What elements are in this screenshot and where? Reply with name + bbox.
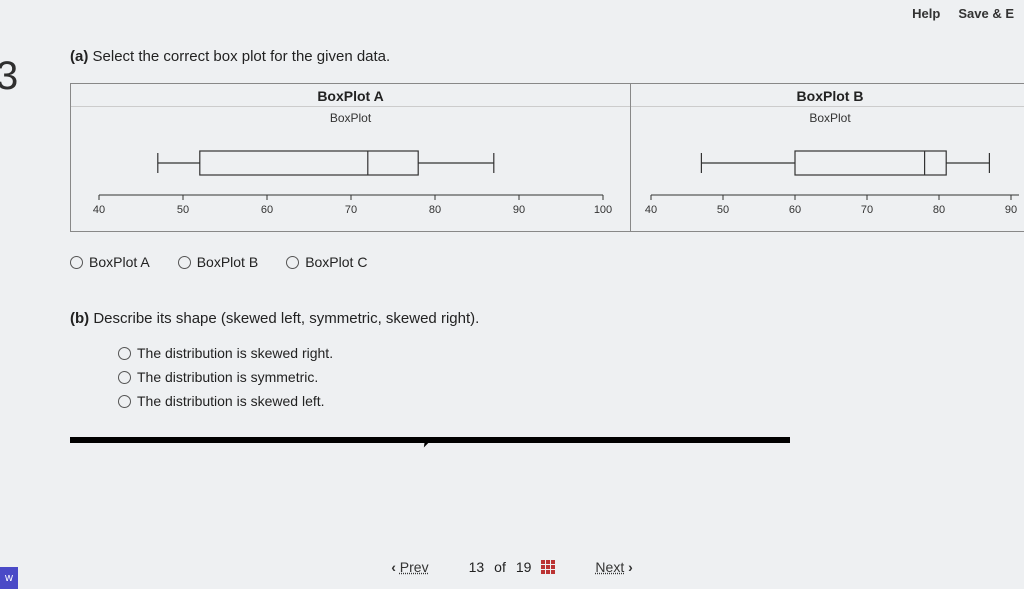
- option-label: BoxPlot B: [197, 254, 258, 270]
- page-current: 13: [469, 559, 485, 575]
- pager: ‹ Prev 13 of 19 Next ›: [0, 559, 1024, 575]
- boxplot-b-svg: 40 50 60 70 80 90: [639, 133, 1019, 223]
- cursor-icon: ➤: [417, 429, 436, 452]
- option-skewed-left[interactable]: The distribution is skewed left.: [118, 393, 1024, 409]
- boxplot-a-subtitle: BoxPlot: [79, 107, 622, 133]
- bottom-tag: w: [0, 567, 18, 589]
- option-label: The distribution is skewed left.: [137, 393, 325, 409]
- help-link[interactable]: Help: [912, 6, 940, 21]
- option-boxplot-a[interactable]: BoxPlot A: [70, 254, 150, 270]
- radio-icon: [70, 256, 83, 269]
- boxplot-a-title: BoxPlot A: [71, 84, 630, 107]
- page-total: 19: [516, 559, 532, 575]
- save-link[interactable]: Save & E: [958, 6, 1014, 21]
- option-symmetric[interactable]: The distribution is symmetric.: [118, 369, 1024, 385]
- chevron-right-icon: ›: [628, 559, 633, 575]
- option-label: The distribution is symmetric.: [137, 369, 318, 385]
- question-content: (a) Select the correct box plot for the …: [70, 48, 1024, 443]
- next-button[interactable]: Next ›: [595, 559, 632, 575]
- radio-icon: [178, 256, 191, 269]
- tick-label: 40: [93, 204, 105, 216]
- tick-label: 60: [789, 204, 801, 216]
- prev-button[interactable]: ‹ Prev: [391, 559, 428, 575]
- boxplot-b-subtitle: BoxPlot: [639, 107, 1021, 133]
- tick-label: 60: [261, 204, 273, 216]
- tick-label: 40: [645, 204, 657, 216]
- next-label: Next: [595, 559, 624, 575]
- radio-icon: [118, 395, 131, 408]
- part-b-prompt: (b) Describe its shape (skewed left, sym…: [70, 310, 1024, 327]
- part-a-prompt: (a) Select the correct box plot for the …: [70, 48, 1024, 65]
- radio-icon: [118, 347, 131, 360]
- divider-bar: ➤: [70, 437, 790, 443]
- radio-icon: [286, 256, 299, 269]
- boxplot-b-title: BoxPlot B: [631, 84, 1024, 107]
- option-boxplot-b[interactable]: BoxPlot B: [178, 254, 258, 270]
- tick-label: 80: [429, 204, 441, 216]
- part-b-text: Describe its shape (skewed left, symmetr…: [93, 310, 479, 327]
- tick-label: 70: [345, 204, 357, 216]
- tick-label: 50: [177, 204, 189, 216]
- question-number: 3: [0, 54, 18, 99]
- tick-label: 90: [1005, 204, 1017, 216]
- tick-label: 80: [933, 204, 945, 216]
- tick-label: 70: [861, 204, 873, 216]
- page-of: of: [494, 559, 506, 575]
- boxplot-a-cell: BoxPlot A BoxPlot: [71, 84, 631, 231]
- top-bar: Help Save & E: [892, 0, 1024, 27]
- part-a-options: BoxPlot A BoxPlot B BoxPlot C: [70, 254, 1024, 270]
- option-label: BoxPlot A: [89, 254, 150, 270]
- radio-icon: [118, 371, 131, 384]
- tick-label: 90: [513, 204, 525, 216]
- option-label: The distribution is skewed right.: [137, 345, 333, 361]
- part-b-label: (b): [70, 310, 89, 327]
- chevron-left-icon: ‹: [391, 559, 396, 575]
- tick-label: 50: [717, 204, 729, 216]
- part-a-label: (a): [70, 48, 88, 65]
- prev-label: Prev: [400, 559, 429, 575]
- boxplot-a-svg: 40 50 60 70 80 90 100: [79, 133, 623, 223]
- boxplot-row: BoxPlot A BoxPlot: [70, 83, 1024, 232]
- tick-label: 100: [594, 204, 612, 216]
- part-b-options: The distribution is skewed right. The di…: [118, 345, 1024, 409]
- option-skewed-right[interactable]: The distribution is skewed right.: [118, 345, 1024, 361]
- grid-icon[interactable]: [541, 560, 555, 574]
- option-label: BoxPlot C: [305, 254, 367, 270]
- part-a-text: Select the correct box plot for the give…: [93, 48, 391, 65]
- option-boxplot-c[interactable]: BoxPlot C: [286, 254, 367, 270]
- page-indicator: 13 of 19: [469, 559, 556, 575]
- boxplot-b-cell: BoxPlot B BoxPlot: [631, 84, 1024, 231]
